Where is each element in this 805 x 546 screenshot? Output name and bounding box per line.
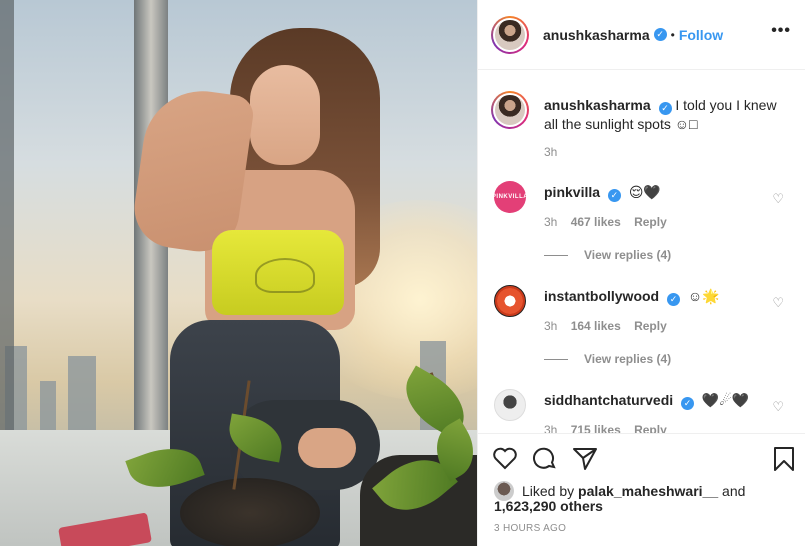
comment-likes[interactable]: 164 likes <box>571 319 621 333</box>
comment-time[interactable]: 3h <box>544 319 557 333</box>
caption: anushkasharma ✓ I told you I knew all th… <box>544 96 784 133</box>
comment-avatar[interactable]: PINKVILLA <box>491 181 529 213</box>
comment-username[interactable]: pinkvilla ✓ 😌🖤 <box>544 184 661 202</box>
caption-avatar-wrap <box>491 91 529 129</box>
avatar-image <box>495 19 525 50</box>
comment-meta: 3h 715 likes Reply <box>544 423 677 433</box>
comment-meta: 3h 164 likes Reply <box>544 319 677 333</box>
comment-likes[interactable]: 467 likes <box>571 215 621 229</box>
comment-username[interactable]: siddhantchaturvedi ✓ 🖤☄🖤 <box>544 392 749 410</box>
building <box>68 356 96 436</box>
avatar-brand-text: PINKVILLA <box>491 194 529 200</box>
liked-by-text: Liked by palak_maheshwari__ and <box>522 483 745 500</box>
view-replies-button[interactable]: View replies (4) <box>544 248 671 262</box>
post-header: anushkasharma ✓ • Follow ••• <box>478 0 805 70</box>
more-options-icon[interactable]: ••• <box>771 23 791 39</box>
plant-pot <box>180 478 320 546</box>
comment-likes[interactable]: 715 likes <box>571 423 621 433</box>
avatar-inner <box>493 93 527 127</box>
avatar[interactable] <box>491 91 529 129</box>
instagram-post: anushkasharma ✓ • Follow ••• anushkashar… <box>0 0 805 546</box>
verified-icon: ✓ <box>607 189 621 202</box>
share-icon[interactable] <box>572 446 600 472</box>
verified-icon: ✓ <box>681 397 695 410</box>
post-timestamp[interactable]: 3 HOURS AGO <box>494 523 566 534</box>
comment-username-text[interactable]: siddhantchaturvedi <box>544 392 673 408</box>
person-face <box>250 65 320 165</box>
comments-section[interactable]: anushkasharma ✓ I told you I knew all th… <box>478 71 805 433</box>
liker-username[interactable]: palak_maheshwari__ <box>578 483 718 499</box>
caption-time[interactable]: 3h <box>544 145 557 159</box>
avatar-image <box>495 95 525 125</box>
verified-icon: ✓ <box>658 102 672 115</box>
post-actions: Liked by palak_maheshwari__ and 1,623,29… <box>478 433 805 546</box>
reply-button[interactable]: Reply <box>634 319 667 333</box>
heart-icon[interactable] <box>492 446 520 472</box>
comment-text: 🖤☄🖤 <box>701 392 750 408</box>
comment-username[interactable]: instantbollywood ✓ ☺🌟 <box>544 288 720 306</box>
bookmark-icon[interactable] <box>772 446 800 472</box>
building <box>40 381 56 436</box>
person-hand <box>298 428 356 468</box>
likes-count[interactable]: 1,623,290 others <box>494 498 603 514</box>
comment-username-text[interactable]: pinkvilla <box>544 184 600 200</box>
comment-avatar[interactable] <box>494 285 526 317</box>
comment-time[interactable]: 3h <box>544 423 557 433</box>
separator: • <box>670 27 675 42</box>
comment-like-heart-icon[interactable]: ♡ <box>772 399 784 415</box>
comment-icon[interactable] <box>532 446 560 472</box>
comment-time[interactable]: 3h <box>544 215 557 229</box>
comment-meta: 3h 467 likes Reply <box>544 215 677 229</box>
comment-username-text[interactable]: instantbollywood <box>544 288 659 304</box>
reply-button[interactable]: Reply <box>634 215 667 229</box>
comment-like-heart-icon[interactable]: ♡ <box>772 191 784 207</box>
view-replies-button[interactable]: View replies (4) <box>544 352 671 366</box>
post-sidebar: anushkasharma ✓ • Follow ••• anushkashar… <box>477 0 805 546</box>
caption-username[interactable]: anushkasharma <box>544 97 651 113</box>
avatar-inner <box>493 17 527 52</box>
comment-text: 😌🖤 <box>628 184 661 200</box>
post-photo[interactable] <box>0 0 477 546</box>
header-username[interactable]: anushkasharma <box>543 27 650 43</box>
liked-by-conjunction: and <box>722 482 746 499</box>
comment-text: ☺🌟 <box>687 288 720 304</box>
avatar[interactable] <box>491 15 529 54</box>
verified-icon: ✓ <box>653 28 667 41</box>
follow-button[interactable]: Follow <box>679 27 723 43</box>
comment-avatar[interactable] <box>494 389 526 421</box>
window-frame <box>0 0 14 440</box>
comment-like-heart-icon[interactable]: ♡ <box>772 295 784 311</box>
verified-icon: ✓ <box>667 293 680 306</box>
puma-logo <box>255 258 315 293</box>
reply-button[interactable]: Reply <box>634 423 667 433</box>
liked-by-prefix: Liked by <box>522 482 575 499</box>
